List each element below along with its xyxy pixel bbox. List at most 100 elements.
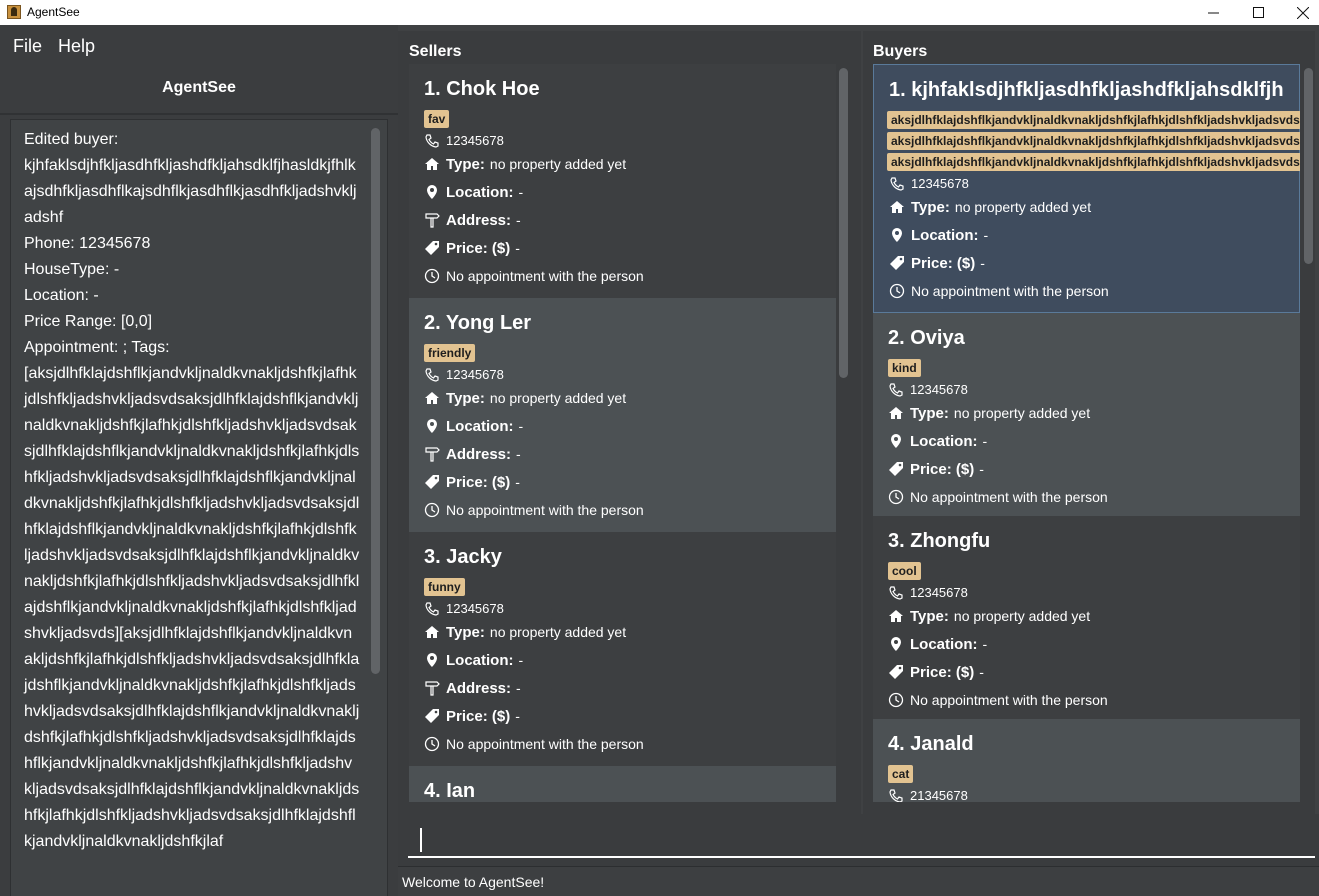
result-scrollbar[interactable] xyxy=(371,128,380,674)
clock-icon xyxy=(424,268,440,284)
price-value: - xyxy=(979,664,984,680)
phone-icon xyxy=(889,382,903,397)
person-name: 4. Ian xyxy=(424,780,476,802)
location-pin-icon xyxy=(892,228,902,242)
type-value: no property added yet xyxy=(489,624,627,640)
seller-card[interactable]: 3. Jacky funny 12345678 Type: no property… xyxy=(409,532,836,766)
price-value: - xyxy=(979,461,984,477)
house-icon xyxy=(425,392,439,404)
person-name: 4. Janald xyxy=(888,733,974,755)
appointment-value: No appointment with the person xyxy=(911,283,1109,299)
close-icon[interactable] xyxy=(1280,0,1319,25)
phone-value: 12345678 xyxy=(910,585,968,600)
maximize-icon[interactable] xyxy=(1235,0,1281,25)
price-value: - xyxy=(515,708,520,724)
tag: aksjdlhfklajdshflkjandvkljnaldkvnakljdsh… xyxy=(887,132,1300,150)
type-value: no property added yet xyxy=(953,405,1091,421)
result-panel: File Help AgentSee Edited buyer: kjhfakl… xyxy=(0,25,398,896)
person-name: 2. Yong Ler xyxy=(424,312,532,334)
clock-icon xyxy=(424,502,440,518)
app-icon xyxy=(7,5,21,19)
person-name: 3. Zhongfu xyxy=(888,530,991,552)
location-pin-icon xyxy=(891,637,901,651)
menu-file[interactable]: File xyxy=(13,36,42,57)
command-area xyxy=(398,814,1319,866)
phone-value: 12345678 xyxy=(910,382,968,397)
type-value: no property added yet xyxy=(954,199,1092,215)
seller-card[interactable]: 1. Chok Hoe fav 12345678 Type: no propert… xyxy=(409,64,836,298)
sellers-title: Sellers xyxy=(409,43,462,60)
price-tag-icon xyxy=(890,256,904,270)
buyers-scrollbar[interactable] xyxy=(1304,68,1313,264)
location-pin-icon xyxy=(427,653,437,667)
location-value: - xyxy=(982,636,988,652)
appointment-value: No appointment with the person xyxy=(446,268,644,284)
appointment-value: No appointment with the person xyxy=(910,489,1108,505)
phone-icon xyxy=(425,367,439,382)
tag: cat xyxy=(888,765,914,783)
house-icon xyxy=(889,407,903,419)
price-tag-icon xyxy=(425,475,439,489)
phone-value: 12345678 xyxy=(446,367,504,382)
window-title-bar: AgentSee xyxy=(0,0,1319,25)
price-value: - xyxy=(515,240,520,256)
location-pin-icon xyxy=(427,419,437,433)
sellers-scrollbar[interactable] xyxy=(839,68,848,378)
clock-icon xyxy=(888,489,904,505)
phone-value: 12345678 xyxy=(446,133,504,148)
tag: aksjdlhfklajdshflkjandvkljnaldkvnakljdsh… xyxy=(887,153,1300,171)
buyer-card[interactable]: 4. Janald cat 21345678 xyxy=(873,719,1300,802)
status-bar: Welcome to AgentSee! xyxy=(398,866,1319,896)
app-title: AgentSee xyxy=(162,79,236,96)
phone-icon xyxy=(890,176,904,191)
minimize-icon[interactable] xyxy=(1190,0,1236,25)
tag: funny xyxy=(424,578,465,596)
phone-icon xyxy=(889,788,903,802)
tag: kind xyxy=(888,359,921,377)
clock-icon xyxy=(888,692,904,708)
buyer-card-selected[interactable]: 1. kjhfaklsdjhfkljasdhfkljashdfkljahsdkl… xyxy=(873,64,1300,313)
address-value: - xyxy=(516,212,521,228)
buyers-list[interactable]: 1. kjhfaklsdjhfkljasdhfkljashdfkljahsdkl… xyxy=(873,64,1300,802)
result-text: Edited buyer: kjhfaklsdjhfkljasdhfkljash… xyxy=(24,131,360,850)
clock-icon xyxy=(889,283,905,299)
menu-help[interactable]: Help xyxy=(58,36,95,57)
person-name: 2. Oviya xyxy=(888,327,965,349)
house-icon xyxy=(425,626,439,638)
price-tag-icon xyxy=(889,462,903,476)
location-value: - xyxy=(982,433,988,449)
command-input[interactable] xyxy=(408,820,1315,858)
menu-bar: File Help xyxy=(0,25,398,61)
address-value: - xyxy=(516,680,521,696)
appointment-value: No appointment with the person xyxy=(446,736,644,752)
type-value: no property added yet xyxy=(953,608,1091,624)
phone-value: 12345678 xyxy=(911,176,969,191)
result-display[interactable]: Edited buyer: kjhfaklsdjhfkljasdhfkljash… xyxy=(10,119,388,896)
location-pin-icon xyxy=(427,185,437,199)
house-icon xyxy=(425,158,439,170)
clock-icon xyxy=(424,736,440,752)
tag: cool xyxy=(888,562,921,580)
sellers-list[interactable]: 1. Chok Hoe fav 12345678 Type: no propert… xyxy=(409,64,836,802)
location-value: - xyxy=(518,184,524,200)
signpost-icon xyxy=(425,447,440,462)
price-tag-icon xyxy=(425,709,439,723)
type-value: no property added yet xyxy=(489,390,627,406)
location-value: - xyxy=(983,227,989,243)
buyer-card[interactable]: 3. Zhongfu cool 12345678 Type: no propert… xyxy=(873,516,1300,719)
tag: friendly xyxy=(424,344,476,362)
seller-card[interactable]: 4. Ian xyxy=(409,766,836,802)
phone-value: 21345678 xyxy=(910,788,968,802)
price-tag-icon xyxy=(425,241,439,255)
seller-card[interactable]: 2. Yong Ler friendly 12345678 Type: no pr… xyxy=(409,298,836,532)
phone-icon xyxy=(425,601,439,616)
price-value: - xyxy=(515,474,520,490)
phone-icon xyxy=(889,585,903,600)
status-message: Welcome to AgentSee! xyxy=(402,874,545,890)
text-caret xyxy=(420,828,422,852)
buyer-card[interactable]: 2. Oviya kind 12345678 Type: no property … xyxy=(873,313,1300,516)
signpost-icon xyxy=(425,681,440,696)
house-icon xyxy=(889,610,903,622)
house-icon xyxy=(890,201,904,213)
appointment-value: No appointment with the person xyxy=(446,502,644,518)
